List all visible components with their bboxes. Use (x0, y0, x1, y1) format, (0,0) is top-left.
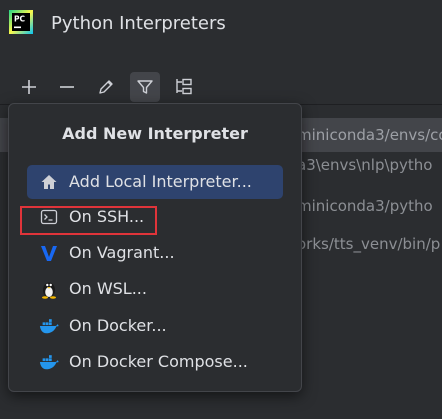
menu-item-label: On Docker... (69, 316, 167, 335)
tree-view-icon (176, 78, 192, 95)
plus-icon (22, 80, 36, 94)
vagrant-icon (41, 246, 57, 261)
on-docker-compose-item[interactable]: On Docker Compose... (27, 345, 283, 379)
interpreter-path: orks/tts_venv/bin/p (297, 235, 441, 253)
menu-item-label: Add Local Interpreter... (69, 172, 252, 191)
on-vagrant-item[interactable]: On Vagrant... (27, 236, 283, 270)
filter-icon (137, 80, 153, 94)
home-icon (41, 175, 57, 189)
logo-text: PC (14, 15, 25, 24)
filter-button[interactable] (130, 72, 160, 102)
menu-item-label: On Docker Compose... (69, 352, 248, 371)
interpreter-path: miniconda3/pytho (297, 197, 433, 215)
docker-icon (39, 319, 59, 334)
edit-interpreter-button[interactable] (91, 72, 121, 102)
toolbar (0, 70, 442, 104)
minus-icon (60, 86, 74, 88)
menu-item-label: On WSL... (69, 279, 147, 298)
popup-title: Add New Interpreter (62, 124, 248, 143)
pycharm-logo-icon: PC (9, 10, 33, 34)
pencil-icon (99, 80, 113, 94)
interpreter-path: a3\envs\nlp\pytho (297, 156, 433, 174)
window-title: Python Interpreters (51, 13, 226, 34)
on-wsl-item[interactable]: On WSL... (27, 272, 283, 306)
interpreter-path: miniconda3/envs/co (297, 126, 442, 144)
on-docker-item[interactable]: On Docker... (27, 309, 283, 343)
add-interpreter-button[interactable] (14, 72, 44, 102)
linux-tux-icon (42, 282, 56, 299)
title-bar: PC Python Interpreters (0, 0, 442, 48)
menu-item-label: On Vagrant... (69, 243, 175, 262)
annotation-highlight-box (20, 206, 157, 235)
add-local-interpreter-item[interactable]: Add Local Interpreter... (27, 165, 283, 199)
docker-icon (39, 355, 59, 370)
add-interpreter-popup: Add New Interpreter Add Local Interprete… (8, 103, 302, 392)
show-paths-button[interactable] (169, 72, 199, 102)
remove-interpreter-button[interactable] (52, 72, 82, 102)
